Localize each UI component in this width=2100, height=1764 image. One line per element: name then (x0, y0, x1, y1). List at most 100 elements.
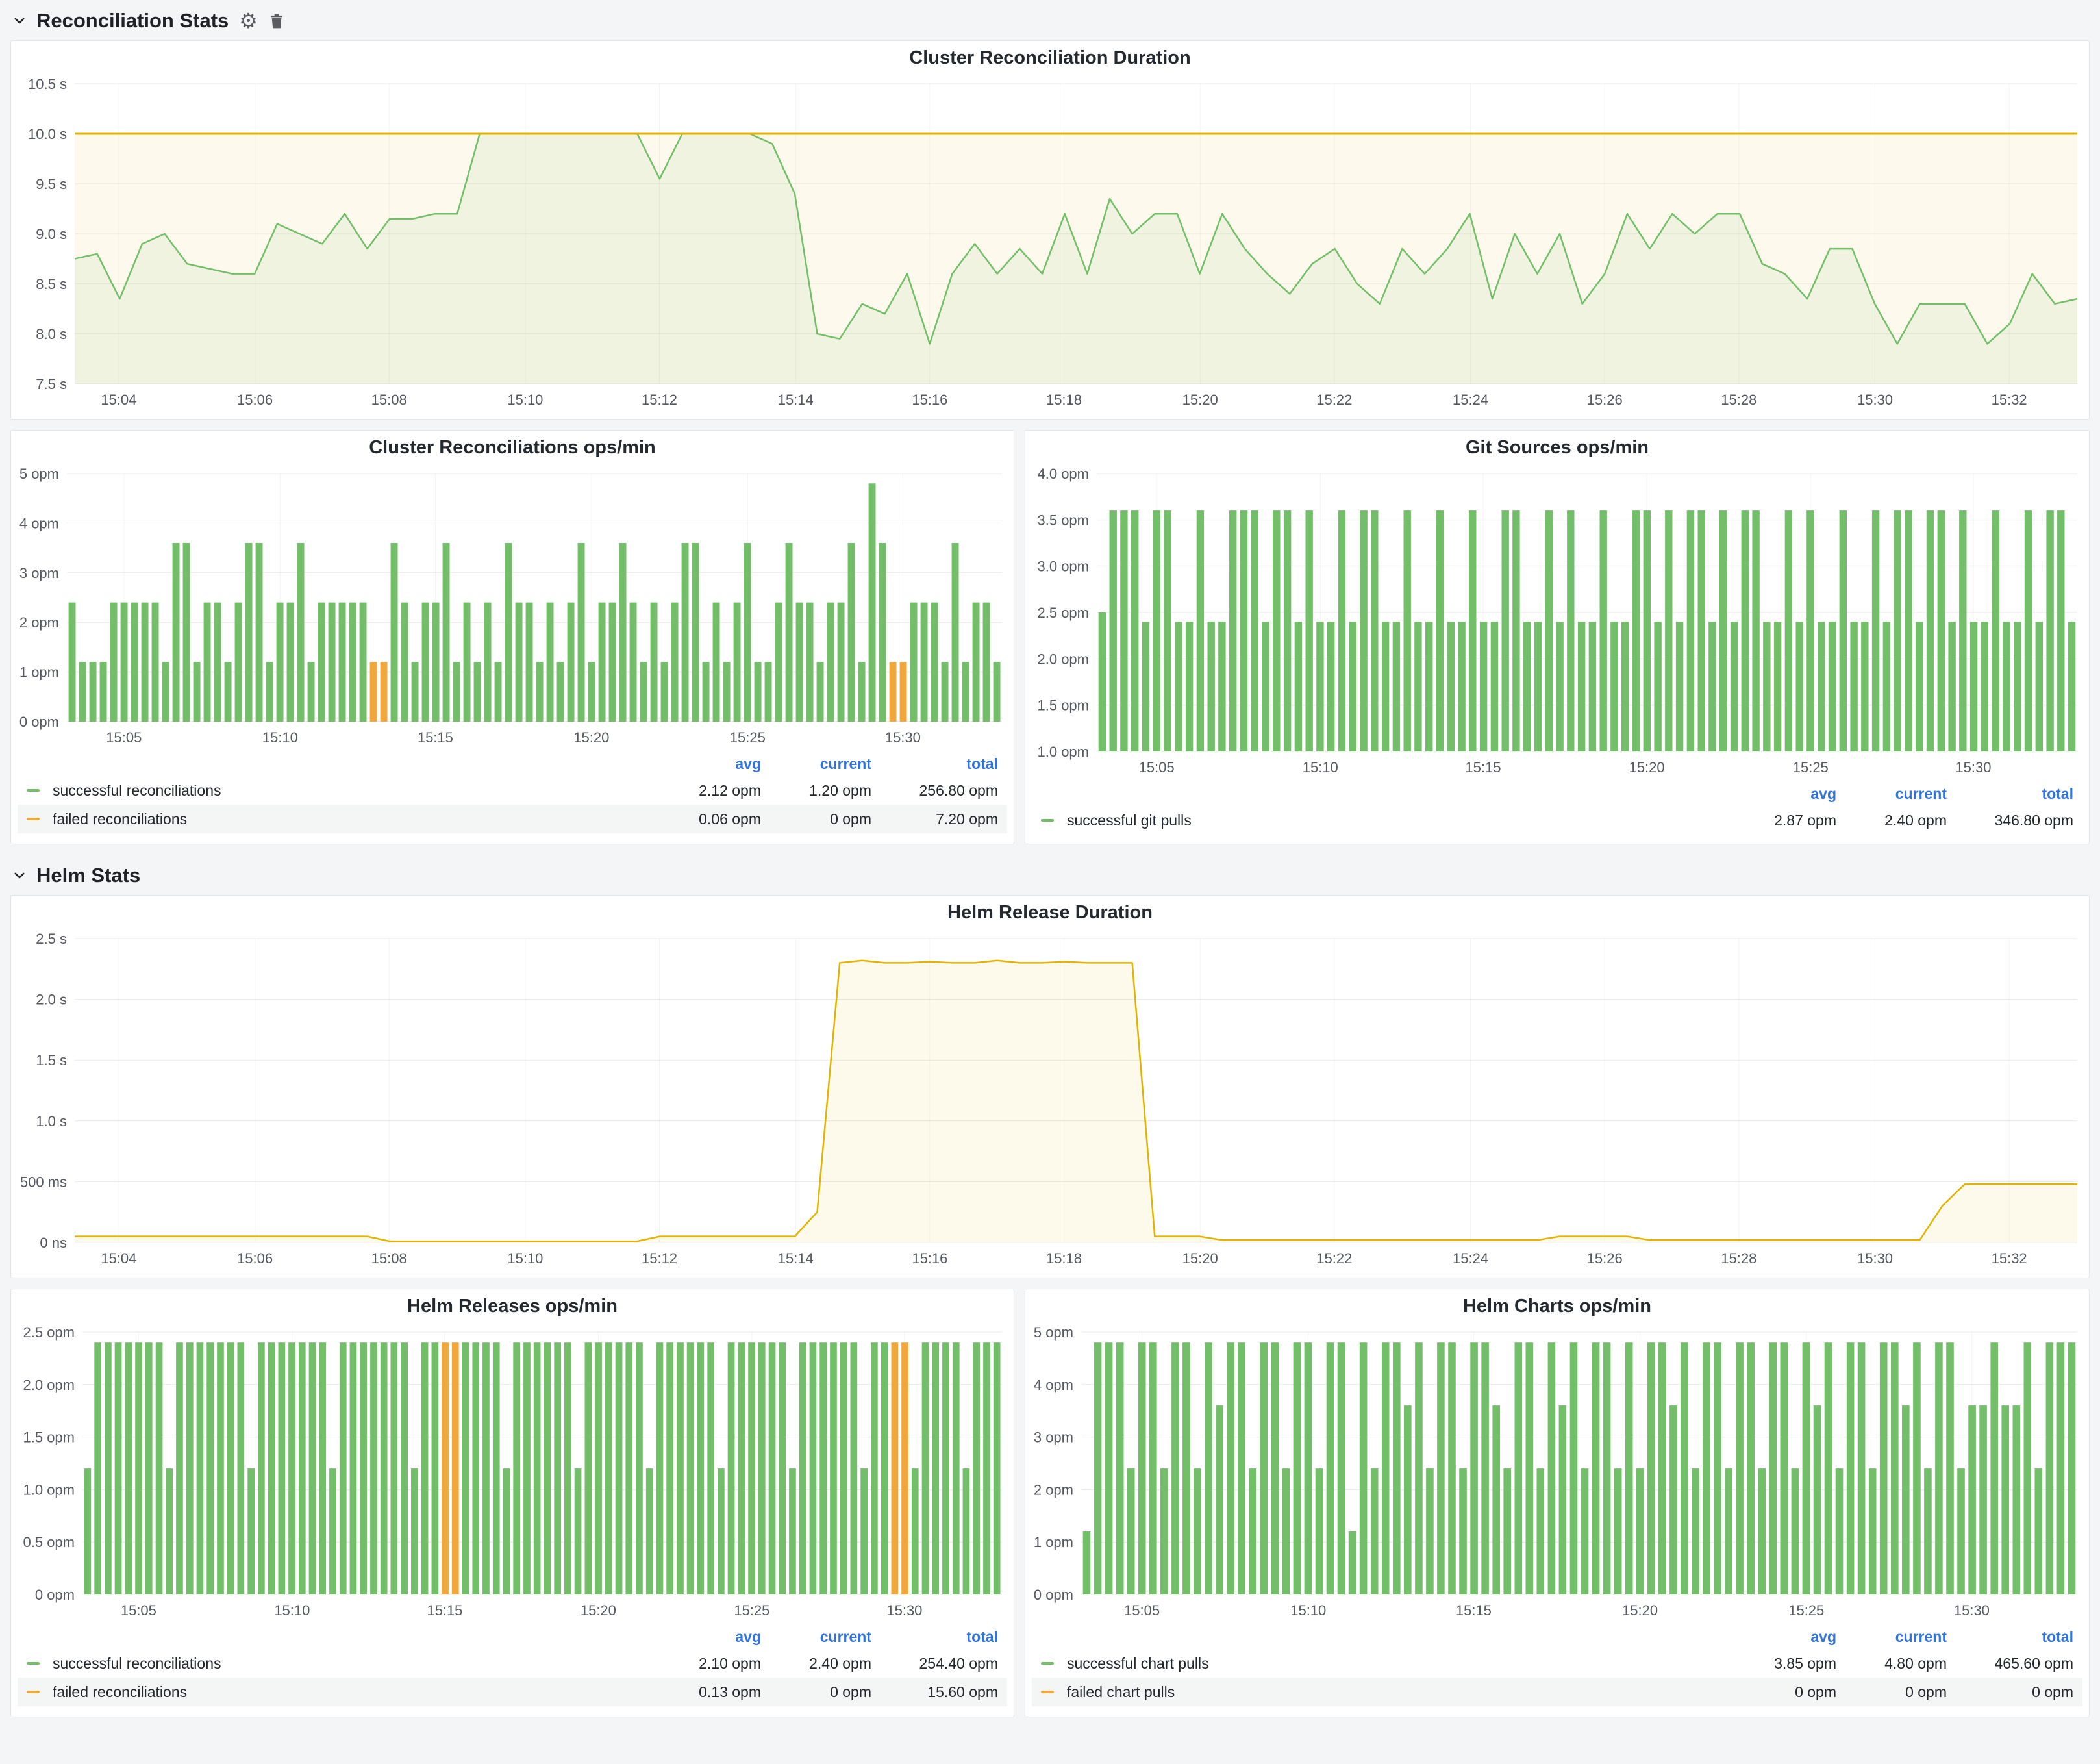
svg-text:15:30: 15:30 (1954, 1602, 1990, 1619)
svg-text:15:06: 15:06 (237, 392, 273, 408)
legend-col-avg[interactable]: avg (1726, 785, 1836, 803)
svg-text:10.5 s: 10.5 s (28, 76, 67, 92)
series-name[interactable]: failed chart pulls (1064, 1683, 1726, 1701)
svg-text:15:18: 15:18 (1046, 392, 1082, 408)
svg-text:15:05: 15:05 (1139, 759, 1175, 775)
series-swatch (27, 818, 40, 820)
svg-text:15:20: 15:20 (573, 729, 609, 746)
cluster-reconciliations-opm-chart[interactable]: 0 opm1 opm2 opm3 opm4 opm5 opm15:0515:10… (11, 464, 1014, 750)
svg-text:15:12: 15:12 (642, 392, 677, 408)
legend-col-total[interactable]: total (1947, 785, 2073, 803)
svg-text:3 opm: 3 opm (19, 565, 59, 581)
svg-text:15:32: 15:32 (1992, 1250, 2027, 1266)
legend-col-total[interactable]: total (871, 1628, 998, 1646)
legend-col-current[interactable]: current (761, 755, 871, 773)
panel-helm-release-duration: Helm Release Duration 0 ns500 ms1.0 s1.5… (10, 895, 2090, 1278)
panel-title[interactable]: Helm Release Duration (11, 896, 2089, 929)
svg-text:15:20: 15:20 (581, 1602, 616, 1619)
section-header-reconciliation-stats[interactable]: Reconciliation Stats ⚙ (10, 0, 2090, 40)
panel-title[interactable]: Helm Charts ops/min (1025, 1289, 2089, 1323)
svg-text:4 opm: 4 opm (19, 515, 59, 531)
svg-text:4.0 opm: 4.0 opm (1038, 466, 1090, 482)
svg-text:15:24: 15:24 (1453, 1250, 1488, 1266)
panel-title[interactable]: Cluster Reconciliation Duration (11, 41, 2089, 75)
legend-value: 0 opm (1836, 1683, 1947, 1701)
legend-value: 256.80 opm (871, 782, 998, 800)
svg-text:10.0 s: 10.0 s (28, 126, 67, 142)
svg-text:15:08: 15:08 (371, 392, 407, 408)
section-header-helm-stats[interactable]: Helm Stats (10, 855, 2090, 895)
helm-release-duration-chart[interactable]: 0 ns500 ms1.0 s1.5 s2.0 s2.5 s15:0415:06… (11, 929, 2089, 1271)
svg-text:15:30: 15:30 (1857, 1250, 1893, 1266)
legend: avgcurrenttotal successful reconciliation… (11, 1623, 1014, 1711)
legend: avgcurrenttotalsuccessful chart pulls3.8… (1025, 1623, 2089, 1711)
legend-value: 0.06 opm (651, 811, 761, 828)
svg-text:15:10: 15:10 (274, 1602, 310, 1619)
legend-value: 0 opm (1947, 1683, 2073, 1701)
svg-text:0 opm: 0 opm (19, 714, 59, 730)
legend-col-current[interactable]: current (1836, 785, 1947, 803)
legend-col-current[interactable]: current (1836, 1628, 1947, 1646)
legend-col-avg[interactable]: avg (651, 755, 761, 773)
legend-col-total[interactable]: total (871, 755, 998, 773)
chevron-down-icon[interactable] (13, 869, 26, 882)
svg-text:15:10: 15:10 (1290, 1602, 1326, 1619)
helm-charts-opm-chart[interactable]: 0 opm1 opm2 opm3 opm4 opm5 opm15:0515:10… (1025, 1323, 2089, 1623)
series-name[interactable]: successful reconciliations (50, 1655, 651, 1672)
legend-value: 2.10 opm (651, 1655, 761, 1672)
svg-text:7.5 s: 7.5 s (36, 376, 67, 392)
svg-text:15:30: 15:30 (886, 1602, 922, 1619)
svg-text:15:06: 15:06 (237, 1250, 273, 1266)
svg-text:15:24: 15:24 (1453, 392, 1488, 408)
svg-text:15:25: 15:25 (1793, 759, 1829, 775)
legend-value: 1.20 opm (761, 782, 871, 800)
svg-text:2.0 opm: 2.0 opm (1038, 651, 1090, 667)
svg-text:15:10: 15:10 (262, 729, 298, 746)
svg-text:15:14: 15:14 (778, 1250, 814, 1266)
legend-value: 465.60 opm (1947, 1655, 2073, 1672)
svg-text:15:25: 15:25 (734, 1602, 769, 1619)
svg-text:0 opm: 0 opm (1034, 1587, 1073, 1603)
legend-col-current[interactable]: current (761, 1628, 871, 1646)
legend-col-total[interactable]: total (1947, 1628, 2073, 1646)
helm-releases-opm-chart[interactable]: 0 opm0.5 opm1.0 opm1.5 opm2.0 opm2.5 opm… (11, 1323, 1014, 1623)
trash-icon[interactable] (268, 12, 285, 30)
series-name[interactable]: failed reconciliations (50, 811, 651, 828)
svg-text:15:20: 15:20 (1629, 759, 1665, 775)
svg-text:15:15: 15:15 (427, 1602, 462, 1619)
svg-text:15:10: 15:10 (507, 1250, 543, 1266)
panel-title[interactable]: Git Sources ops/min (1025, 431, 2089, 464)
cluster-reconciliation-duration-chart[interactable]: 7.5 s8.0 s8.5 s9.0 s9.5 s10.0 s10.5 s15:… (11, 75, 2089, 412)
chevron-down-icon[interactable] (13, 14, 26, 27)
legend: avgcurrenttotal successful git pulls2.87 … (1025, 780, 2089, 840)
svg-text:15:25: 15:25 (730, 729, 766, 746)
panel-helm-charts-opm: Helm Charts ops/min 0 opm1 opm2 opm3 opm… (1025, 1289, 2090, 1717)
legend-header: avgcurrenttotal (18, 751, 1007, 776)
svg-text:8.5 s: 8.5 s (36, 276, 67, 292)
panel-git-sources-opm: Git Sources ops/min 1.0 opm1.5 opm2.0 op… (1025, 430, 2090, 844)
panel-title[interactable]: Cluster Reconciliations ops/min (11, 431, 1014, 464)
svg-text:5 opm: 5 opm (1034, 1324, 1073, 1341)
legend-col-avg[interactable]: avg (651, 1628, 761, 1646)
legend-col-avg[interactable]: avg (1726, 1628, 1836, 1646)
svg-text:15:04: 15:04 (101, 1250, 136, 1266)
svg-text:2.0 opm: 2.0 opm (23, 1377, 75, 1393)
series-name[interactable]: failed reconciliations (50, 1683, 651, 1701)
svg-text:15:05: 15:05 (121, 1602, 156, 1619)
series-swatch (27, 1662, 40, 1665)
series-name[interactable]: successful git pulls (1064, 812, 1726, 829)
series-name[interactable]: successful reconciliations (50, 782, 651, 800)
series-name[interactable]: successful chart pulls (1064, 1655, 1726, 1672)
svg-text:2.0 s: 2.0 s (36, 992, 67, 1008)
legend-value: 254.40 opm (871, 1655, 998, 1672)
svg-text:0 ns: 0 ns (40, 1235, 67, 1251)
git-sources-opm-chart[interactable]: 1.0 opm1.5 opm2.0 opm2.5 opm3.0 opm3.5 o… (1025, 464, 2089, 780)
svg-text:15:22: 15:22 (1316, 1250, 1352, 1266)
gear-icon[interactable]: ⚙ (239, 10, 258, 31)
legend-value: 0 opm (761, 1683, 871, 1701)
panel-title[interactable]: Helm Releases ops/min (11, 1289, 1014, 1323)
legend-value: 2.87 opm (1726, 812, 1836, 829)
svg-text:0.5 opm: 0.5 opm (23, 1534, 75, 1550)
svg-text:15:10: 15:10 (507, 392, 543, 408)
svg-text:15:22: 15:22 (1316, 392, 1352, 408)
